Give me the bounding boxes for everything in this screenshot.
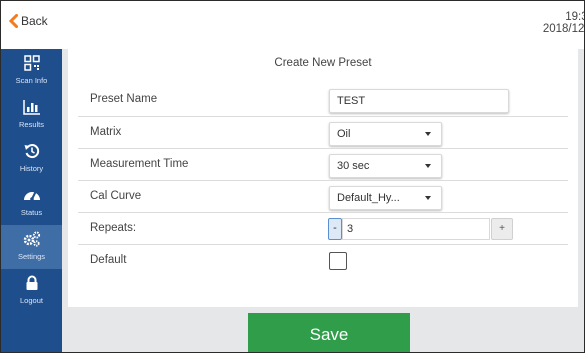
gears-icon (1, 231, 62, 249)
sidebar-item-label: Logout (20, 296, 43, 305)
clock-date: 2018/12/0 (542, 23, 585, 35)
gauge-icon (1, 187, 62, 205)
chevron-down-icon (425, 196, 431, 200)
top-bar: Back 19:32 2018/12/0 (1, 1, 584, 49)
measurement-time-value: 30 sec (337, 160, 370, 172)
default-checkbox[interactable] (329, 252, 347, 270)
repeats-label: Repeats: (90, 222, 137, 234)
save-button[interactable]: Save (248, 313, 410, 352)
sidebar-item-history[interactable]: History (1, 137, 62, 181)
preset-name-value: TEST (337, 95, 366, 107)
chevron-down-icon (425, 164, 431, 168)
chevron-down-icon (425, 132, 431, 136)
sidebar-item-results[interactable]: Results (1, 93, 62, 137)
clock: 19:32 2018/12/0 (542, 11, 585, 35)
sidebar-item-label: Scan Info (15, 76, 48, 85)
repeats-input[interactable]: 3 (342, 218, 490, 240)
preset-name-label: Preset Name (90, 93, 158, 105)
repeats-decrement-button[interactable]: - (328, 218, 342, 240)
matrix-value: Oil (337, 128, 351, 140)
sidebar-item-label: Status (20, 208, 43, 217)
history-icon (1, 143, 62, 161)
preset-form-panel: Create New Preset Preset Name TEST Matri… (68, 49, 578, 307)
sidebar-item-label: History (19, 164, 44, 173)
matrix-label: Matrix (90, 126, 122, 138)
measurement-time-label: Measurement Time (90, 158, 189, 170)
clock-time: 19:32 (565, 11, 584, 23)
cal-curve-label: Cal Curve (90, 190, 142, 202)
back-label: Back (21, 14, 48, 28)
repeats-row: Repeats: - 3 + (78, 212, 568, 245)
repeats-value: 3 (347, 223, 354, 235)
sidebar-item-logout[interactable]: Logout (1, 269, 62, 313)
default-row: Default (78, 244, 568, 277)
default-label: Default (90, 254, 127, 266)
repeats-increment-button[interactable]: + (491, 218, 513, 240)
cal-curve-select[interactable]: Default_Hy... (329, 186, 442, 210)
qr-code-icon (1, 55, 62, 73)
cal-curve-row: Cal Curve Default_Hy... (78, 180, 568, 213)
cal-curve-value: Default_Hy... (337, 192, 400, 204)
preset-name-input[interactable]: TEST (329, 89, 509, 113)
sidebar-item-status[interactable]: Status (1, 181, 62, 225)
lock-icon (1, 275, 62, 293)
matrix-select[interactable]: Oil (329, 122, 442, 146)
sidebar-item-label: Results (18, 120, 44, 129)
bar-chart-icon (1, 99, 62, 117)
preset-name-row: Preset Name TEST (78, 84, 568, 116)
sidebar-item-label: Settings (17, 252, 46, 261)
chevron-left-icon (9, 14, 18, 28)
measurement-time-row: Measurement Time 30 sec (78, 148, 568, 181)
page-title: Create New Preset (274, 57, 372, 69)
sidebar-item-settings[interactable]: Settings (1, 225, 62, 269)
matrix-row: Matrix Oil (78, 116, 568, 149)
sidebar-item-scan-info[interactable]: Scan Info (1, 49, 62, 93)
sidebar: Scan Info Results History Status Setting… (1, 49, 62, 352)
back-button[interactable]: Back (9, 14, 48, 28)
measurement-time-select[interactable]: 30 sec (329, 154, 442, 178)
app-window: Back 19:32 2018/12/0 Scan Info (0, 0, 585, 353)
